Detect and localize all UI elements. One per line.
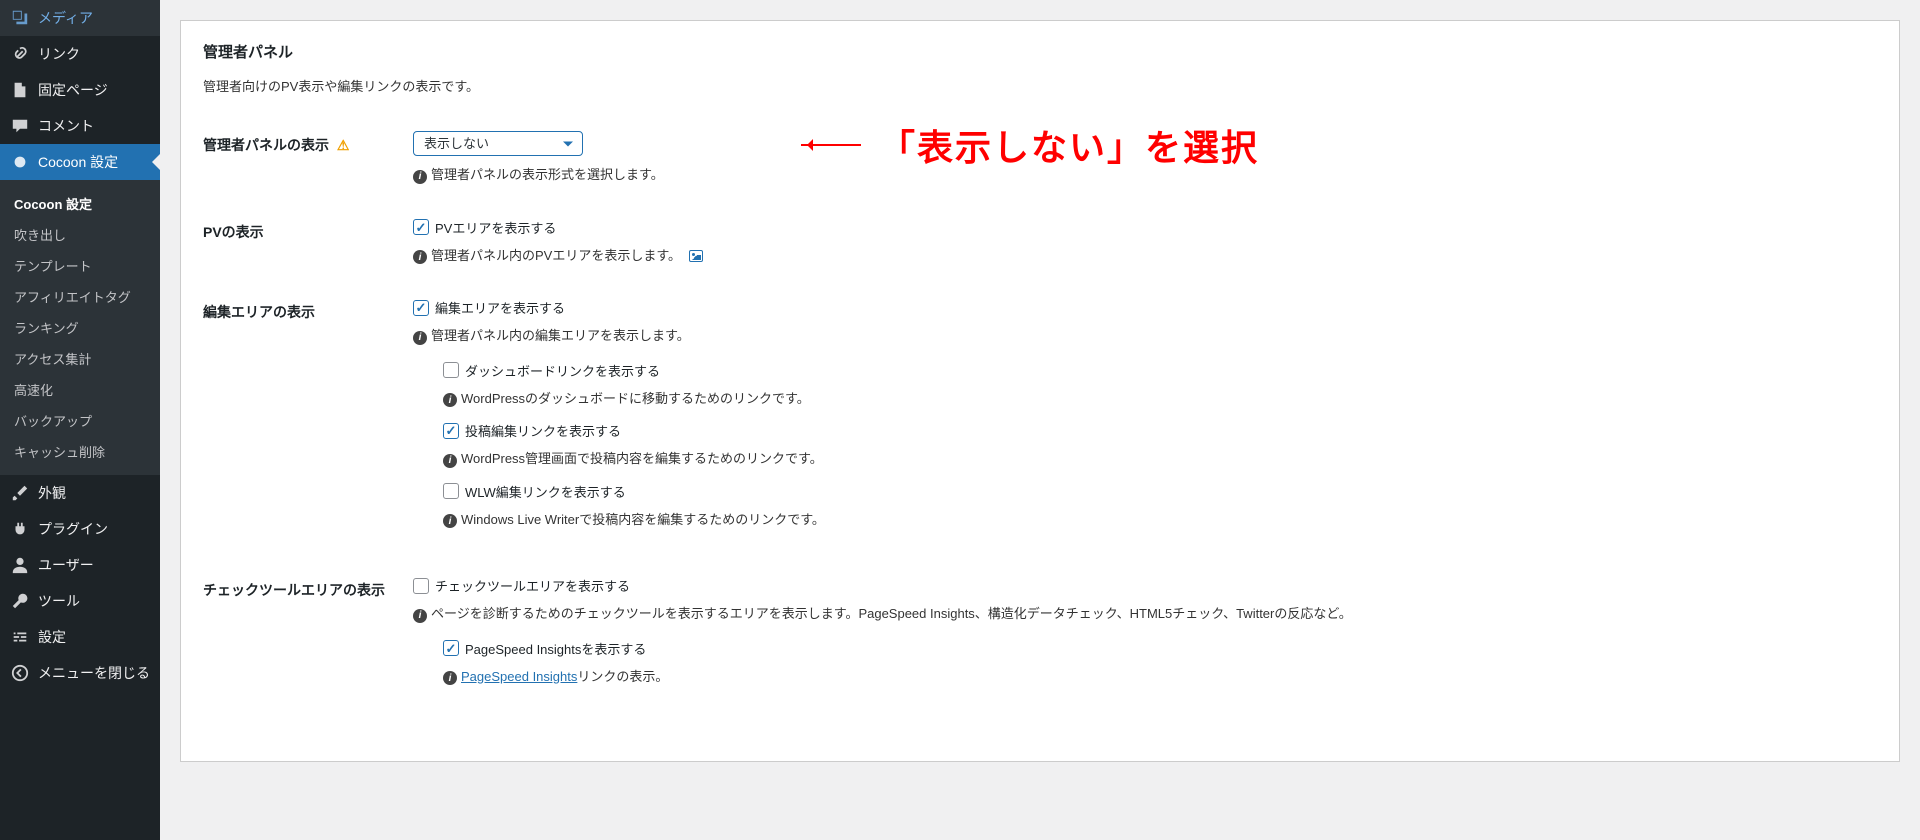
checkbox-icon (443, 483, 459, 499)
submenu-item[interactable]: アフィリエイトタグ (0, 281, 160, 312)
sidebar-label: コメント (38, 116, 94, 136)
info-icon: i (443, 454, 457, 468)
hint-text: iWordPress管理画面で投稿内容を編集するためのリンクです。 (443, 448, 1867, 468)
info-icon: i (413, 250, 427, 264)
sidebar-item-links[interactable]: リンク (0, 36, 160, 72)
admin-panel-display-select[interactable]: 表示しない (413, 131, 583, 156)
checkbox-icon (443, 362, 459, 378)
pv-area-checkbox[interactable]: PVエリアを表示する (413, 218, 1867, 237)
hint-text: iPageSpeed Insightsリンクの表示。 (443, 666, 1867, 686)
admin-panel-settings: 管理者パネル 管理者向けのPV表示や編集リンクの表示です。 「表示しない」を選択… (180, 20, 1900, 762)
panel-description: 管理者向けのPV表示や編集リンクの表示です。 (203, 76, 1877, 95)
checkbox-icon (413, 300, 429, 316)
sidebar-collapse[interactable]: メニューを閉じる (0, 655, 160, 691)
sidebar-submenu: Cocoon 設定 吹き出し テンプレート アフィリエイトタグ ランキング アク… (0, 180, 160, 475)
sidebar-label: ユーザー (38, 555, 94, 575)
post-edit-link-checkbox[interactable]: 投稿編集リンクを表示する (443, 421, 1867, 440)
sidebar-label: 外観 (38, 483, 66, 503)
psi-checkbox[interactable]: PageSpeed Insightsを表示する (443, 639, 1867, 658)
info-icon: i (443, 514, 457, 528)
info-icon: i (413, 170, 427, 184)
sidebar-label: メニューを閉じる (38, 663, 150, 683)
checkbox-icon (443, 640, 459, 656)
info-icon: i (413, 331, 427, 345)
settings-form: 管理者パネルの表示 ⚠ 表示しない i管理者パネルの表示形式を選択します。 (203, 119, 1877, 721)
collapse-icon (10, 663, 30, 683)
dashboard-link-checkbox[interactable]: ダッシュボードリンクを表示する (443, 361, 1867, 380)
sidebar-item-settings[interactable]: 設定 (0, 619, 160, 655)
edit-area-checkbox[interactable]: 編集エリアを表示する (413, 298, 1867, 317)
sidebar-item-comments[interactable]: コメント (0, 108, 160, 144)
arrow-icon (801, 144, 861, 146)
content-area: 管理者パネル 管理者向けのPV表示や編集リンクの表示です。 「表示しない」を選択… (160, 0, 1920, 840)
user-icon (10, 555, 30, 575)
sidebar-label: リンク (38, 44, 80, 64)
row-label-display: 管理者パネルの表示 ⚠ (203, 119, 413, 206)
sidebar-label: ツール (38, 591, 80, 611)
hint-text: iWindows Live Writerで投稿内容を編集するためのリンクです。 (443, 509, 1867, 529)
hint-text: i管理者パネル内の編集エリアを表示します。 (413, 325, 1867, 345)
hint-text: iページを診断するためのチェックツールを表示するエリアを表示します。PageSp… (413, 603, 1867, 623)
image-icon[interactable] (689, 250, 703, 262)
sidebar-item-users[interactable]: ユーザー (0, 547, 160, 583)
panel-title: 管理者パネル (203, 41, 1877, 62)
checkbox-icon (443, 423, 459, 439)
row-label-pv: PVの表示 (203, 206, 413, 287)
psi-link[interactable]: PageSpeed Insights (461, 669, 577, 684)
sidebar-item-plugins[interactable]: プラグイン (0, 511, 160, 547)
annotation-callout: 「表示しない」を選択 (801, 119, 1259, 171)
sidebar-item-pages[interactable]: 固定ページ (0, 72, 160, 108)
info-icon: i (443, 671, 457, 685)
row-label-edit: 編集エリアの表示 (203, 286, 413, 564)
warning-icon: ⚠ (337, 137, 350, 153)
comment-icon (10, 116, 30, 136)
sidebar-label: プラグイン (38, 519, 108, 539)
sidebar-item-media[interactable]: メディア (0, 0, 160, 36)
link-icon (10, 44, 30, 64)
info-icon: i (413, 609, 427, 623)
annotation-text: 「表示しない」を選択 (879, 119, 1259, 171)
submenu-item[interactable]: 高速化 (0, 374, 160, 405)
submenu-item[interactable]: バックアップ (0, 405, 160, 436)
sidebar-label: メディア (38, 8, 93, 28)
settings-icon (10, 627, 30, 647)
sidebar-label: 固定ページ (38, 80, 108, 100)
submenu-item[interactable]: ランキング (0, 312, 160, 343)
sidebar-label: 設定 (38, 627, 66, 647)
info-icon: i (443, 393, 457, 407)
submenu-item[interactable]: 吹き出し (0, 219, 160, 250)
brush-icon (10, 483, 30, 503)
row-label-check: チェックツールエリアの表示 (203, 564, 413, 721)
sidebar-item-cocoon[interactable]: Cocoon 設定 (0, 144, 160, 180)
page-icon (10, 80, 30, 100)
dot-icon (10, 152, 30, 172)
check-tool-checkbox[interactable]: チェックツールエリアを表示する (413, 576, 1867, 595)
tool-icon (10, 591, 30, 611)
submenu-item[interactable]: キャッシュ削除 (0, 436, 160, 467)
sidebar-item-appearance[interactable]: 外観 (0, 475, 160, 511)
wlw-link-checkbox[interactable]: WLW編集リンクを表示する (443, 482, 1867, 501)
submenu-item[interactable]: テンプレート (0, 250, 160, 281)
admin-sidebar: メディア リンク 固定ページ コメント Cocoon 設定 Cocoon 設定 … (0, 0, 160, 840)
checkbox-icon (413, 578, 429, 594)
hint-text: iWordPressのダッシュボードに移動するためのリンクです。 (443, 388, 1867, 408)
sidebar-label: Cocoon 設定 (38, 152, 118, 172)
submenu-head[interactable]: Cocoon 設定 (0, 188, 160, 219)
media-icon (10, 8, 30, 28)
hint-text: i管理者パネル内のPVエリアを表示します。 (413, 245, 1867, 265)
submenu-item[interactable]: アクセス集計 (0, 343, 160, 374)
sidebar-item-tools[interactable]: ツール (0, 583, 160, 619)
checkbox-icon (413, 219, 429, 235)
plug-icon (10, 519, 30, 539)
